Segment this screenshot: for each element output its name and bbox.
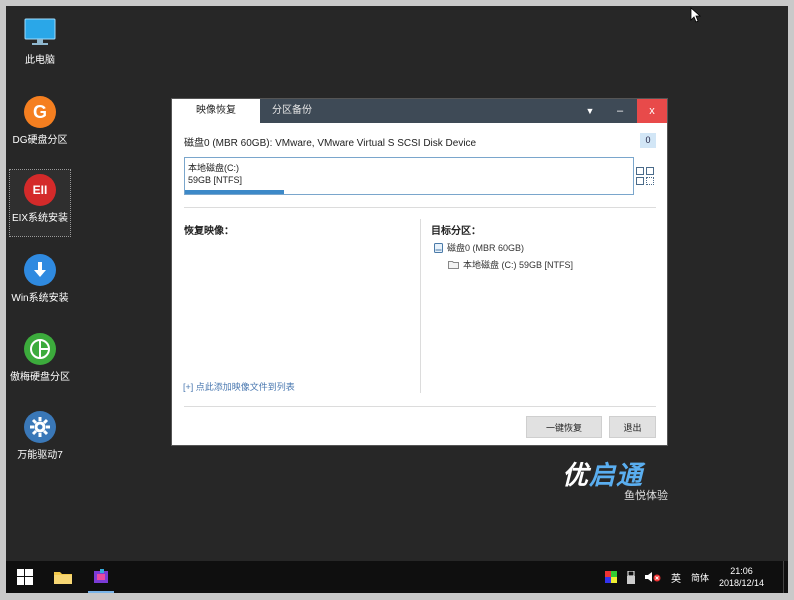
desktop-icon-win-install[interactable]: Win系统安装 <box>10 250 70 316</box>
system-tray: 英 简体 21:06 2018/12/14 <box>600 561 788 593</box>
desktop-icon-label: 万能驱动7 <box>17 450 63 461</box>
tree-disk-label: 磁盘0 (MBR 60GB) <box>447 243 525 253</box>
clock[interactable]: 21:06 2018/12/14 <box>719 565 779 589</box>
tray-color-app-icon[interactable] <box>604 571 617 583</box>
windows-logo-icon <box>17 569 33 585</box>
diskgenius-icon: G <box>22 94 58 130</box>
minimize-button[interactable]: – <box>608 99 632 123</box>
ime-mode-indicator[interactable]: 简体 <box>691 571 709 584</box>
ime-language-indicator[interactable]: 英 <box>671 570 681 585</box>
app-icon <box>94 569 108 583</box>
desktop: 此电脑 G DG硬盘分区 EII EIX系统安装 Win系统安装 傲梅硬盘分区 … <box>6 6 788 561</box>
show-desktop-button[interactable] <box>783 561 788 593</box>
desktop-icon-this-pc[interactable]: 此电脑 <box>10 12 70 78</box>
taskbar-restore-app[interactable] <box>84 561 118 593</box>
taskbar: 英 简体 21:06 2018/12/14 <box>6 561 788 593</box>
exit-button[interactable]: 退出 <box>609 416 656 438</box>
folder-icon <box>448 261 459 269</box>
tree-partition-label: 本地磁盘 (C:) 59GB [NTFS] <box>463 260 574 270</box>
disk-title: 磁盘0 (MBR 60GB): VMware, VMware Virtual S… <box>184 138 477 149</box>
computer-icon <box>22 14 58 50</box>
taskbar-file-explorer[interactable] <box>46 561 80 593</box>
clock-time: 21:06 <box>730 566 753 576</box>
restore-image-label: 恢复映像： <box>184 226 234 237</box>
aomei-icon <box>22 331 58 367</box>
desktop-icon-driver[interactable]: 万能驱动7 <box>10 407 70 473</box>
one-click-restore-button[interactable]: 一键恢复 <box>526 416 602 438</box>
partition-size: 59GB [NTFS] <box>188 175 243 185</box>
tree-item-disk[interactable]: 磁盘0 (MBR 60GB) <box>434 241 524 254</box>
disk-icon <box>434 242 443 253</box>
view-toggle-icon[interactable] <box>636 167 656 187</box>
partition-usage-bar <box>185 190 284 194</box>
mouse-cursor-icon <box>690 7 702 28</box>
divider <box>184 207 656 208</box>
partition-name: 本地磁盘(C:) <box>188 163 239 173</box>
desktop-icon-label: 此电脑 <box>25 55 55 66</box>
tree-item-partition[interactable]: 本地磁盘 (C:) 59GB [NTFS] <box>448 258 573 271</box>
tab-partition-backup[interactable]: 分区备份 <box>260 99 324 123</box>
menu-dropdown-button[interactable]: ▼ <box>578 99 602 123</box>
gear-icon <box>22 409 58 445</box>
desktop-icon-label: DG硬盘分区 <box>12 135 68 146</box>
divider <box>420 219 421 393</box>
volume-muted-icon[interactable] <box>644 571 661 583</box>
desktop-icon-label: 傲梅硬盘分区 <box>10 372 70 383</box>
tab-image-restore[interactable]: 映像恢复 <box>172 99 260 123</box>
desktop-icon-label: EIX系统安装 <box>11 213 69 224</box>
brand-subtitle: 鱼悦体验 <box>624 490 668 502</box>
brand-logo: 优启通 鱼悦体验 <box>562 455 682 502</box>
target-partition-label: 目标分区： <box>431 226 481 237</box>
dialog-titlebar[interactable]: 映像恢复 分区备份 ▼ – x <box>172 99 667 123</box>
image-restore-dialog: 映像恢复 分区备份 ▼ – x 磁盘0 (MBR 60GB): VMware, … <box>172 99 667 445</box>
disk-index-badge[interactable]: 0 <box>640 133 656 148</box>
divider <box>184 406 656 407</box>
usb-device-icon[interactable] <box>626 570 635 584</box>
start-button[interactable] <box>8 561 42 593</box>
close-button[interactable]: x <box>637 99 667 123</box>
download-arrow-icon <box>22 252 58 288</box>
desktop-icon-eix-install[interactable]: EII EIX系统安装 <box>9 169 71 237</box>
desktop-icon-dg-partition[interactable]: G DG硬盘分区 <box>10 92 70 158</box>
desktop-icon-aomei-partition[interactable]: 傲梅硬盘分区 <box>10 329 70 395</box>
folder-icon <box>54 572 72 584</box>
desktop-icon-label: Win系统安装 <box>11 293 69 304</box>
eix-icon: EII <box>22 172 58 208</box>
clock-date: 2018/12/14 <box>719 578 765 588</box>
add-image-link[interactable]: [+] 点此添加映像文件到列表 <box>183 380 295 393</box>
partition-block[interactable]: 本地磁盘(C:) 59GB [NTFS] <box>184 157 634 195</box>
